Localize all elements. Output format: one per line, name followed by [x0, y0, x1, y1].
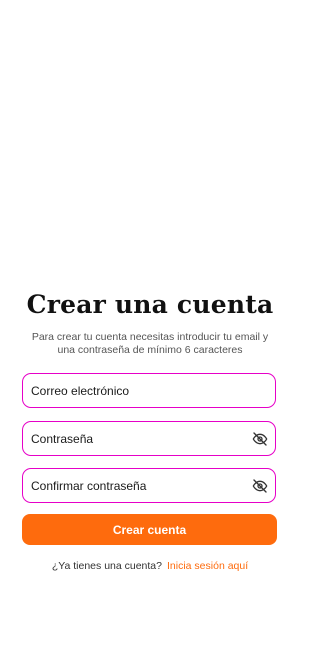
confirm-password-input[interactable] [23, 469, 252, 502]
email-field[interactable] [22, 373, 276, 408]
eye-off-icon[interactable] [252, 478, 268, 494]
page-title: Crear una cuenta [26, 290, 274, 319]
signup-screen: Crear una cuenta Para crear tu cuenta ne… [0, 0, 300, 650]
login-prompt-text: ¿Ya tienes una cuenta? [51, 560, 162, 572]
password-field[interactable] [22, 421, 276, 456]
create-account-button[interactable]: Crear cuenta [22, 514, 277, 545]
email-input[interactable] [23, 374, 275, 407]
login-link[interactable]: Inicia sesión aquí [167, 560, 248, 572]
confirm-password-field[interactable] [22, 468, 276, 503]
login-prompt: ¿Ya tienes una cuenta? Inicia sesión aquí [0, 559, 300, 573]
page-subtitle: Para crear tu cuenta necesitas introduci… [31, 331, 269, 356]
eye-off-icon[interactable] [252, 431, 268, 447]
password-input[interactable] [23, 422, 252, 455]
